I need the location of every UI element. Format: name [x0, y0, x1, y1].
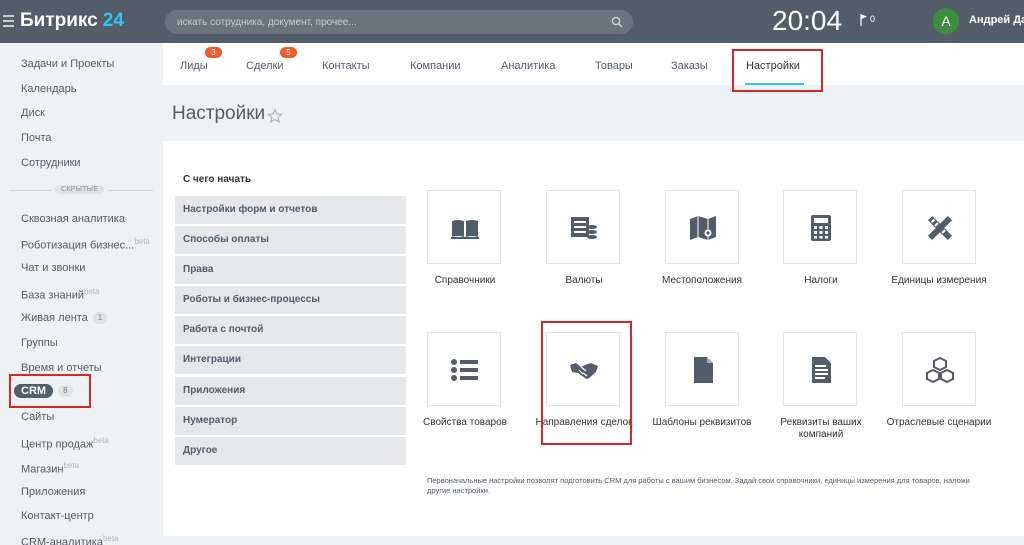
list-icon [451, 359, 478, 381]
deals-count-badge: 5 [280, 47, 297, 58]
sidebar-item-contact-center[interactable]: Контакт-центр [21, 510, 94, 522]
tab-leads[interactable]: Лиды [180, 60, 208, 72]
ruler-pencil-icon [927, 215, 953, 241]
start-heading: С чего начать [183, 174, 252, 185]
tile-taxes[interactable] [783, 190, 857, 264]
tile-directories-label[interactable]: Справочники [410, 275, 520, 287]
tile-industry-scenarios-label[interactable]: Отраслевые сценарии [884, 417, 994, 429]
sidebar-item-time-reports[interactable]: Время и отчеты [21, 362, 102, 374]
notification-count: 0 [870, 14, 876, 24]
sidebar-item-robotization[interactable]: Роботизация бизнес...beta [21, 237, 150, 252]
sidebar-item-sites[interactable]: Сайты [21, 411, 54, 423]
sidebar-item-employees[interactable]: Сотрудники [21, 157, 81, 169]
tab-companies[interactable]: Компании [410, 60, 461, 72]
page-title: Настройки [172, 103, 266, 124]
menu-item-apps[interactable]: Приложения [175, 377, 406, 405]
sidebar-item-knowledge-base[interactable]: База знанийbeta [21, 287, 100, 302]
tile-industry-scenarios[interactable] [902, 332, 976, 406]
menu-item-forms-reports[interactable]: Настройки форм и отчетов [175, 196, 406, 224]
tab-contacts[interactable]: Контакты [322, 60, 370, 72]
menu-item-mail[interactable]: Работа с почтой [175, 316, 406, 344]
menu-item-permissions[interactable]: Права [175, 256, 406, 284]
sidebar-item-apps[interactable]: Приложения [21, 486, 85, 498]
search-box [165, 10, 633, 34]
search-icon[interactable] [611, 16, 623, 28]
tab-orders[interactable]: Заказы [671, 60, 708, 72]
sidebar-item-sales-center[interactable]: Центр продажbeta [21, 436, 109, 451]
clock: 20:04 [772, 5, 843, 36]
tile-company-requisites[interactable] [783, 332, 857, 406]
tile-product-properties[interactable] [427, 332, 501, 406]
sidebar-item-disk[interactable]: Диск [21, 107, 45, 119]
tile-requisite-templates-label[interactable]: Шаблоны реквизитов [647, 417, 757, 429]
beta-mark: beta [84, 287, 100, 296]
leads-count-badge: 3 [205, 47, 222, 58]
cubes-icon [926, 356, 954, 384]
book-icon [451, 220, 479, 239]
sidebar-item-chat[interactable]: Чат и звонки [21, 262, 85, 274]
search-input[interactable] [177, 10, 597, 34]
flag-icon[interactable] [860, 14, 868, 26]
menu-item-numerator[interactable]: Нумератор [175, 407, 406, 435]
top-header: Битрикс24 20:04 0 А Андрей Дав [0, 0, 1024, 43]
sidebar-item-analytics[interactable]: Сквозная аналитика [21, 213, 125, 225]
beta-mark: beta [93, 436, 109, 445]
logo[interactable]: Битрикс 24 [20, 10, 124, 32]
tile-units[interactable] [902, 190, 976, 264]
sidebar-item-tasks[interactable]: Задачи и Проекты [21, 58, 114, 70]
hidden-section-label[interactable]: СКРЫТЫЕ [55, 185, 105, 194]
beta-mark: beta [63, 461, 80, 470]
tile-company-requisites-label[interactable]: Реквизиты ваших компаний [766, 417, 876, 441]
sidebar-item-groups[interactable]: Группы [21, 337, 58, 349]
user-name[interactable]: Андрей Дав [969, 14, 1024, 26]
document-icon [694, 357, 713, 383]
tile-requisite-templates[interactable] [665, 332, 739, 406]
tile-locations-label[interactable]: Местоположения [647, 275, 757, 287]
tile-product-properties-label[interactable]: Свойства товаров [410, 417, 520, 429]
sidebar-item-shop[interactable]: Магазинbeta [21, 461, 79, 476]
counter-badge: 1 [92, 312, 108, 324]
tile-units-label[interactable]: Единицы измерения [884, 275, 994, 287]
menu-item-payment-methods[interactable]: Способы оплаты [175, 226, 406, 254]
beta-mark: beta [102, 534, 119, 543]
menu-item-integrations[interactable]: Интеграции [175, 346, 406, 374]
calculator-icon [811, 215, 831, 241]
map-icon [690, 216, 716, 240]
crm-highlight-frame [9, 374, 91, 408]
tile-directories[interactable] [427, 190, 501, 264]
text-document-icon [812, 357, 831, 383]
tab-deals[interactable]: Сделки [246, 60, 284, 72]
tile-currencies[interactable] [546, 190, 620, 264]
deal-directions-highlight-frame [541, 321, 632, 445]
sidebar-item-live-feed[interactable]: Живая лента 1 [21, 312, 108, 324]
tile-currencies-label[interactable]: Валюты [529, 275, 639, 287]
currency-icon [571, 217, 597, 239]
hamburger-menu-icon[interactable] [3, 15, 14, 27]
tile-locations[interactable] [665, 190, 739, 264]
tile-taxes-label[interactable]: Налоги [766, 275, 876, 287]
tab-products[interactable]: Товары [595, 60, 633, 72]
sidebar-item-calendar[interactable]: Календарь [21, 83, 77, 95]
sidebar-item-crm-analytics[interactable]: CRM-аналитикаbeta [21, 534, 119, 545]
menu-item-robots[interactable]: Роботы и бизнес-процессы [175, 286, 406, 314]
menu-item-other[interactable]: Другое [175, 437, 406, 465]
settings-footnote: Первоначальные настройки позволят подгот… [427, 476, 970, 495]
sidebar-item-mail[interactable]: Почта [21, 132, 52, 144]
star-icon[interactable] [267, 108, 283, 124]
beta-mark: beta [134, 237, 150, 246]
settings-highlight-frame [732, 49, 823, 92]
tab-analytics[interactable]: Аналитика [501, 60, 555, 72]
avatar[interactable]: А [933, 8, 959, 34]
